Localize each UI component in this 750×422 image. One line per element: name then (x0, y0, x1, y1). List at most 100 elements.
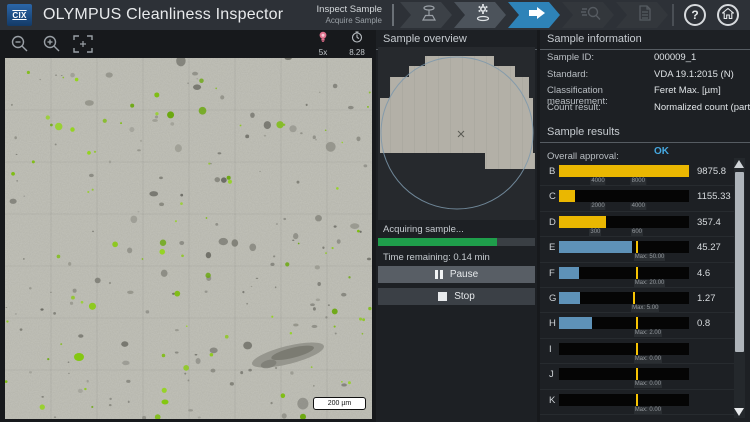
app-window: CIX OLYMPUS Cleanliness Inspector Inspec… (0, 0, 750, 422)
class-bar-fill (559, 165, 689, 177)
axis-tick-label: 8000 (631, 178, 646, 185)
class-label: G (549, 293, 556, 304)
information-row: Standard: VDA 19.1:2015 (N) (547, 69, 743, 80)
limit-marker (636, 241, 638, 253)
gear-icon (473, 3, 493, 28)
step-acquire-sample-active[interactable] (508, 2, 560, 28)
zoom-in-button[interactable] (38, 32, 64, 56)
step-report[interactable] (616, 2, 668, 28)
arrow-icon (527, 5, 547, 26)
viewer-toolbar: 5x 8.28 ms (0, 30, 375, 57)
fit-to-screen-button[interactable] (70, 32, 96, 56)
limit-marker-label: Max: 5.00 (631, 305, 659, 312)
class-label: C (549, 191, 556, 202)
pause-button[interactable]: Pause (378, 266, 535, 283)
stop-button[interactable]: Stop (378, 288, 535, 305)
class-label: B (549, 166, 555, 177)
limit-marker (636, 343, 638, 355)
axis-tick-label: 300 (589, 229, 601, 236)
class-value: 45.27 (697, 242, 721, 253)
sample-overview-map[interactable] (378, 47, 535, 220)
class-value: 9875.8 (697, 166, 726, 177)
results-scrollbar (734, 158, 745, 418)
stage-icon (419, 4, 439, 27)
result-class-row: K Max: 0.00 (540, 390, 736, 415)
class-label: I (549, 344, 552, 355)
title-bar: CIX OLYMPUS Cleanliness Inspector Inspec… (0, 0, 750, 30)
class-bar (559, 190, 689, 202)
class-label: E (549, 242, 555, 253)
class-bar (559, 165, 689, 177)
step-inspect-results[interactable] (562, 2, 614, 28)
limit-marker-label: Max: 0.00 (634, 407, 662, 414)
info-value: Feret Max. [µm] (654, 85, 721, 96)
class-bar (559, 394, 689, 406)
axis-tick-label: 4000 (631, 203, 646, 210)
class-bar (559, 317, 689, 329)
results-title: Sample results (540, 123, 750, 143)
scroll-down-arrow-icon[interactable] (734, 408, 744, 416)
result-class-row: G 1.27 Max: 5.00 (540, 288, 736, 313)
class-bar-fill (559, 241, 632, 253)
home-button[interactable] (717, 4, 739, 26)
lamp-icon (318, 30, 328, 47)
acquisition-progress-bar (378, 238, 535, 246)
class-value: 4.6 (697, 268, 710, 279)
help-button[interactable]: ? (684, 4, 706, 26)
pause-label: Pause (450, 269, 478, 280)
limit-marker (636, 368, 638, 380)
workflow-caption: Inspect Sample Acquire Sample (317, 5, 382, 25)
divider (672, 4, 674, 26)
exposure-clock-icon (351, 30, 363, 47)
magnification-value: 5x (309, 48, 337, 57)
class-label: K (549, 395, 555, 406)
class-bar (559, 343, 689, 355)
scrollbar-thumb[interactable] (735, 172, 744, 352)
stop-label: Stop (454, 291, 475, 302)
class-value: 0.8 (697, 318, 710, 329)
time-remaining: Time remaining: 0.14 min (383, 252, 490, 263)
info-label: Standard: (547, 69, 647, 80)
zoom-out-button[interactable] (6, 32, 32, 56)
axis-tick-label: 2000 (590, 203, 605, 210)
class-bar-fill (559, 317, 592, 329)
workflow-substep-name: Acquire Sample (317, 16, 382, 25)
limit-marker (636, 394, 638, 406)
workflow-step-name: Inspect Sample (317, 5, 382, 16)
info-label: Sample ID: (547, 52, 647, 63)
information-title: Sample information (540, 30, 750, 50)
class-label: J (549, 369, 554, 380)
live-image-viewer[interactable]: 200 µm (5, 58, 372, 419)
sample-overview-panel: Sample overview Acquiring sample... Time… (376, 30, 537, 422)
limit-marker-label: Max: 20.00 (634, 280, 666, 287)
specimen-image (5, 58, 372, 419)
result-class-row: F 4.6 Max: 20.00 (540, 263, 736, 288)
class-label: H (549, 318, 556, 329)
limit-marker-label: Max: 2.00 (634, 330, 662, 337)
progress-fill (378, 238, 497, 246)
scroll-up-arrow-icon[interactable] (734, 160, 744, 168)
limit-marker (636, 267, 638, 279)
help-icon: ? (691, 8, 698, 22)
class-value: 1155.33 (697, 191, 731, 202)
result-class-row: H 0.8 Max: 2.00 (540, 313, 736, 338)
axis-tick-label: 600 (631, 229, 643, 236)
result-class-row: D 357.4 300600 (540, 212, 736, 237)
step-prepare-sample[interactable] (400, 2, 452, 28)
class-bar (559, 292, 689, 304)
step-acquisition-settings[interactable] (454, 2, 506, 28)
result-class-row: C 1155.33 2000 4000 (540, 186, 736, 211)
class-bar-fill (559, 216, 606, 228)
search-icon (580, 4, 602, 27)
pause-icon (435, 270, 443, 279)
stop-icon (438, 292, 447, 301)
limit-marker (633, 292, 635, 304)
class-bar (559, 267, 689, 279)
info-value: VDA 19.1:2015 (N) (654, 69, 734, 80)
info-value: Normalized count (part) (654, 102, 750, 113)
limit-marker-label: Max: 0.00 (634, 381, 662, 388)
information-row: Count result: Normalized count (part) (547, 102, 743, 113)
class-bar-fill (559, 190, 575, 202)
result-class-row: I Max: 0.00 (540, 339, 736, 364)
class-bar (559, 216, 689, 228)
